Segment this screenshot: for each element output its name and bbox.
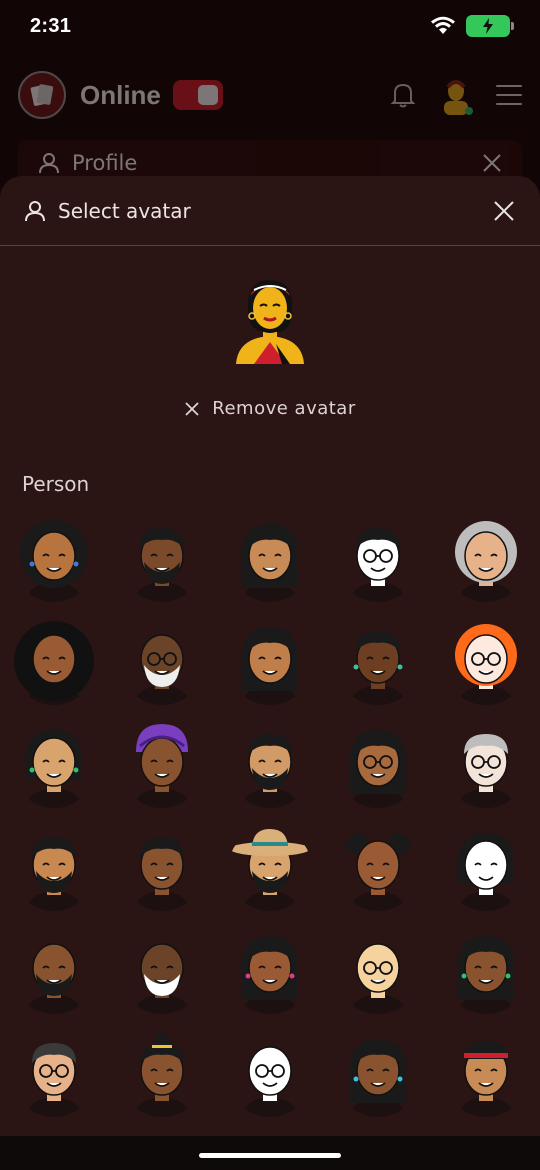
avatar-option[interactable] (432, 508, 540, 611)
avatar-icon (134, 942, 190, 1014)
avatar-icon (134, 633, 190, 705)
select-avatar-sheet: Select avatar Remove avatar Person (0, 176, 540, 1170)
avatar-icon (134, 527, 190, 602)
avatar-icon (458, 832, 514, 911)
section-label-person: Person (22, 472, 90, 496)
avatar-icon (350, 1038, 406, 1117)
avatar-option[interactable] (0, 714, 108, 817)
avatar-icon (458, 935, 514, 1014)
remove-avatar-button[interactable]: Remove avatar (0, 398, 540, 419)
avatar-option[interactable] (432, 817, 540, 920)
avatar-option[interactable] (324, 611, 432, 714)
avatar-icon (134, 1032, 190, 1117)
avatar-icon (455, 623, 517, 705)
avatar-icon (350, 527, 406, 602)
avatar-option[interactable] (324, 817, 432, 920)
avatar-option[interactable] (108, 714, 216, 817)
avatar-option[interactable] (108, 1023, 216, 1126)
menu-icon[interactable] (496, 85, 522, 105)
avatar-option[interactable] (0, 817, 108, 920)
avatar-grid (0, 508, 540, 1126)
avatar-option[interactable] (432, 1023, 540, 1126)
close-icon (185, 401, 199, 416)
online-toggle[interactable] (172, 80, 223, 110)
background-app: Online Profile (0, 52, 540, 186)
avatar-option[interactable] (432, 920, 540, 1023)
remove-avatar-label: Remove avatar (212, 398, 356, 419)
status-time: 2:31 (30, 14, 72, 37)
avatar-icon (455, 520, 517, 602)
avatar-option[interactable] (324, 508, 432, 611)
avatar-icon (242, 935, 298, 1014)
avatar-icon (26, 1042, 82, 1117)
wifi-icon (431, 16, 455, 34)
cards-icon (30, 84, 54, 106)
battery-icon (466, 15, 514, 37)
status-icons (430, 15, 514, 37)
avatar-icon (350, 630, 406, 705)
app-header: Online (18, 70, 522, 120)
bell-icon[interactable] (390, 81, 416, 109)
avatar-icon (242, 523, 298, 602)
profile-label: Profile (72, 151, 138, 175)
user-icon (25, 200, 45, 221)
avatar-option[interactable] (216, 920, 324, 1023)
avatar-icon (458, 733, 514, 808)
avatar-option[interactable] (0, 508, 108, 611)
avatar-icon (350, 942, 406, 1014)
avatar-icon (20, 519, 88, 602)
avatar-option[interactable] (0, 1023, 108, 1126)
avatar-icon (26, 942, 82, 1014)
status-bar: 2:31 (0, 0, 540, 52)
user-icon (39, 153, 59, 174)
avatar-option[interactable] (108, 611, 216, 714)
avatar-option[interactable] (108, 920, 216, 1023)
avatar-option[interactable] (0, 920, 108, 1023)
avatar-option[interactable] (216, 1023, 324, 1126)
home-indicator[interactable] (199, 1153, 341, 1158)
avatar-option[interactable] (324, 714, 432, 817)
avatar-option[interactable] (216, 508, 324, 611)
avatar-option[interactable] (0, 611, 108, 714)
avatar-icon (14, 620, 94, 705)
avatar-icon (26, 729, 82, 808)
avatar-option[interactable] (324, 920, 432, 1023)
avatar-option[interactable] (432, 611, 540, 714)
user-avatar-icon[interactable] (438, 75, 474, 115)
avatar-option[interactable] (108, 817, 216, 920)
online-label: Online (80, 79, 161, 110)
avatar-icon (345, 831, 411, 911)
avatar-icon (242, 733, 298, 808)
avatar-icon (242, 626, 298, 705)
sheet-header: Select avatar (0, 176, 540, 246)
app-logo[interactable] (18, 71, 66, 119)
avatar-icon (230, 828, 310, 911)
avatar-icon (134, 723, 190, 808)
avatar-option[interactable] (216, 817, 324, 920)
close-icon[interactable] (492, 199, 516, 223)
avatar-option[interactable] (432, 714, 540, 817)
current-avatar (236, 280, 304, 364)
avatar-option[interactable] (324, 1023, 432, 1126)
avatar-option[interactable] (216, 611, 324, 714)
avatar-icon (134, 836, 190, 911)
avatar-icon (350, 729, 406, 808)
avatar-option[interactable] (108, 508, 216, 611)
header-actions (390, 75, 522, 115)
avatar-option[interactable] (216, 714, 324, 817)
sheet-title: Select avatar (58, 198, 191, 223)
close-icon[interactable] (482, 153, 502, 173)
avatar-icon (26, 836, 82, 911)
avatar-icon (458, 1040, 514, 1117)
avatar-icon (242, 1045, 298, 1117)
